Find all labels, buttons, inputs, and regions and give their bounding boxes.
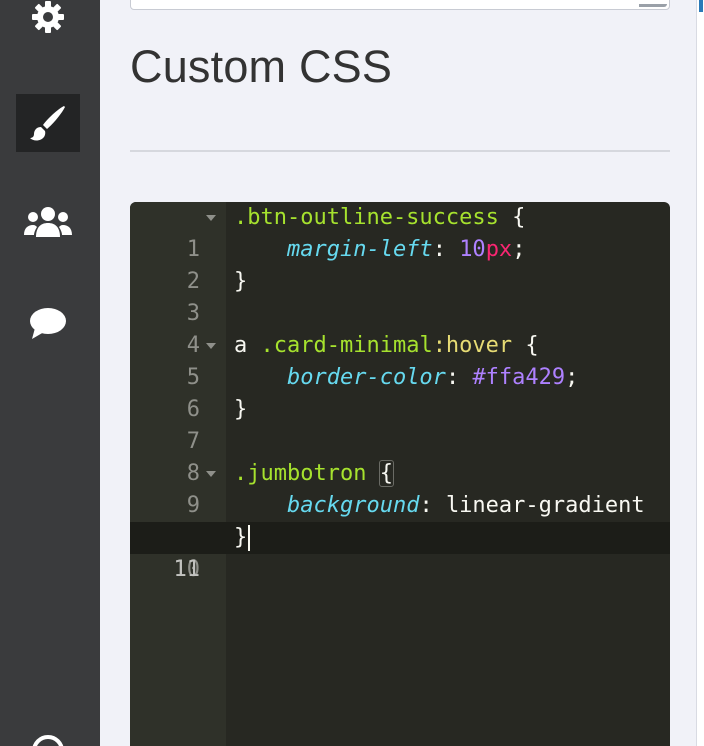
resize-handle[interactable] [639,1,667,7]
sidebar-item-users[interactable] [16,193,80,251]
code-line[interactable]: 4 [130,298,670,358]
code-text: margin-left: 10px; [286,237,526,262]
code-text: } [234,522,251,554]
code-text: .btn-outline-success { [234,205,526,230]
help-icon [31,734,65,746]
code-text: .jumbotron { [234,460,394,487]
code-line[interactable]: 5 a .card-minimal:hover { [130,330,670,390]
code-line-active[interactable]: 11 } [130,522,670,582]
gear-icon [31,0,65,34]
code-line[interactable]: 7 } [130,394,670,454]
fold-arrow-icon[interactable] [206,471,216,477]
code-line[interactable]: 3 } [130,266,670,326]
code-text: } [234,397,248,422]
sidebar-item-custom-css[interactable] [16,94,80,152]
text-field[interactable] [130,0,670,10]
code-text: a .card-minimal:hover { [234,333,539,358]
text-cursor [248,525,251,551]
code-line[interactable]: 1 .btn-outline-success { [130,202,670,262]
warning-icon[interactable] [136,496,238,550]
code-line[interactable]: 9 .jumbotron { [130,458,670,518]
page-title: Custom CSS [130,41,393,92]
comment-icon [29,306,67,340]
code-text: border-color: #ffa429; [286,365,579,390]
matching-bracket: { [378,460,394,487]
sidebar [0,0,100,746]
scrollbar-track[interactable] [696,0,704,746]
css-code-editor[interactable]: 1 .btn-outline-success { 2 margin-left: … [130,202,670,746]
code-line[interactable]: 10 background: linear-gradient [130,490,670,582]
divider [130,150,670,152]
fold-arrow-icon[interactable] [206,343,216,349]
paintbrush-icon [28,103,68,143]
scroll-indicator [699,0,703,12]
code-line[interactable]: 8 [130,426,670,486]
line-number: 11 [173,557,201,582]
code-line[interactable]: 6 border-color: #ffa429; [130,362,670,422]
code-text: background: linear-gradient [286,493,645,518]
users-icon [24,205,72,239]
code-line[interactable]: 2 margin-left: 10px; [130,234,670,294]
sidebar-item-settings[interactable] [16,0,80,46]
fold-arrow-icon[interactable] [206,215,216,221]
code-text: } [234,269,248,294]
sidebar-item-help[interactable] [16,722,80,746]
sidebar-item-comments[interactable] [16,294,80,352]
